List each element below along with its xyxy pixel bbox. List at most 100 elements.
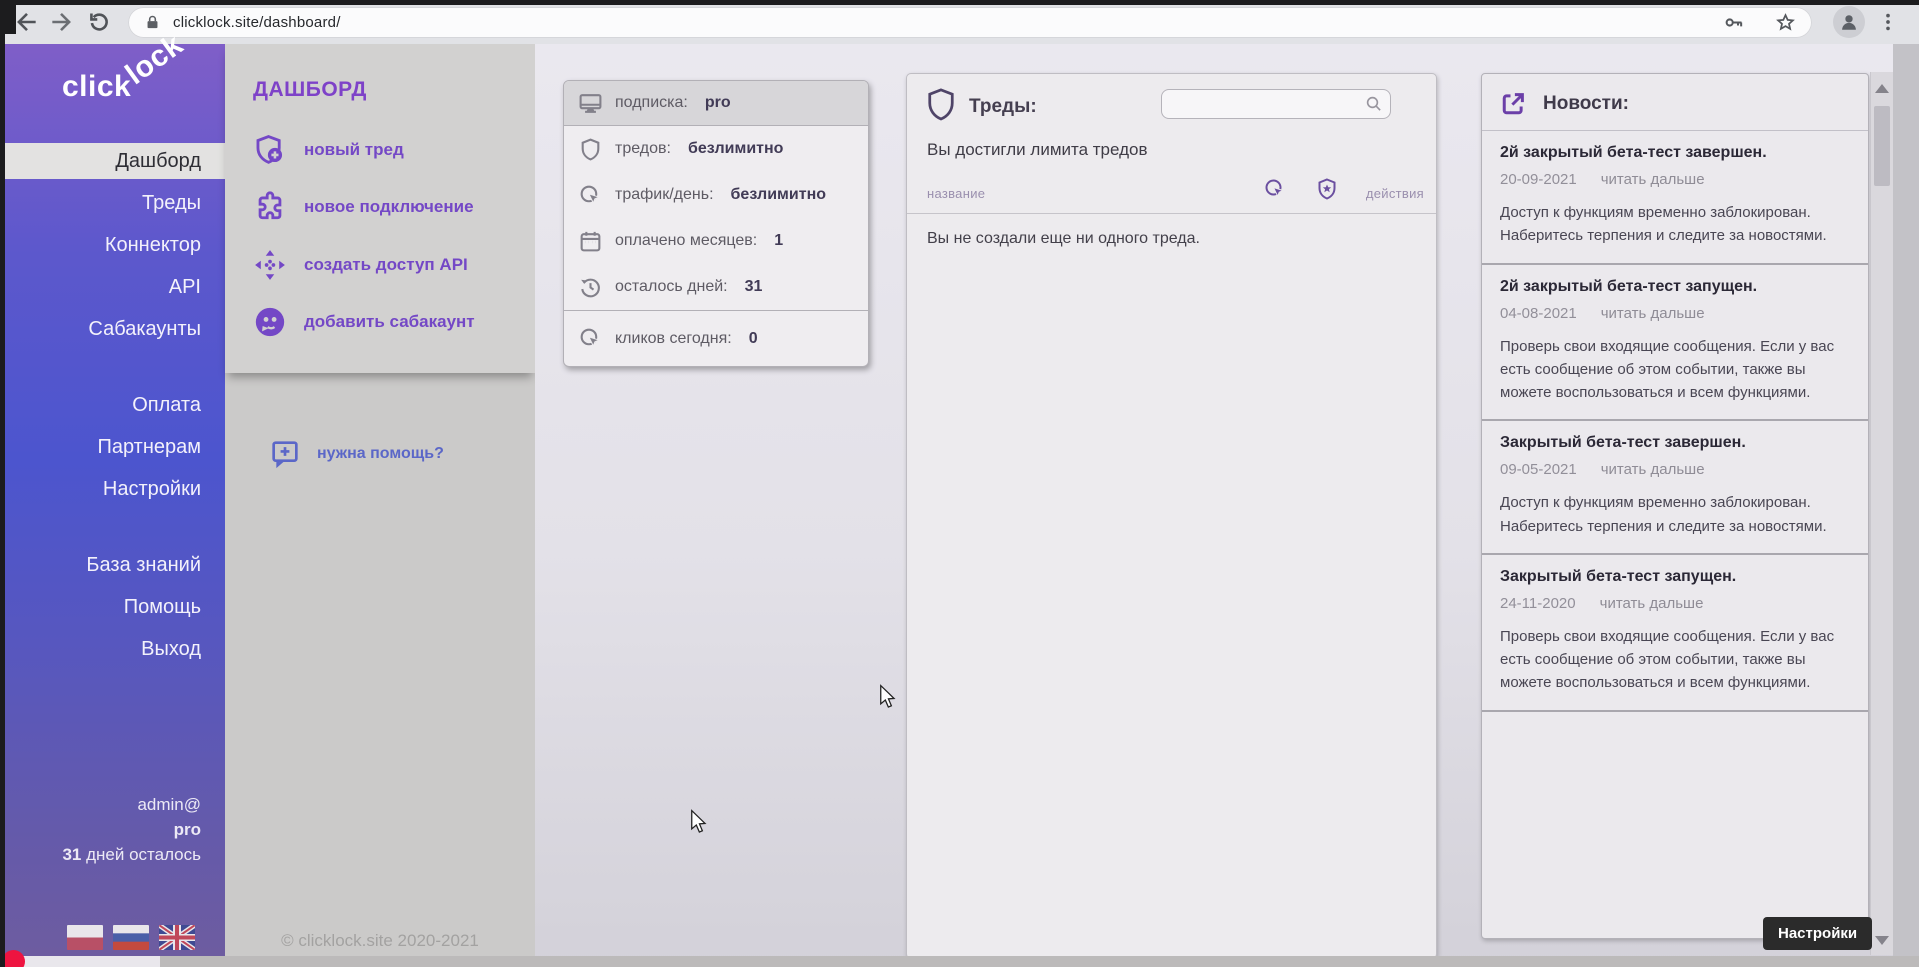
puzzle-icon bbox=[253, 190, 287, 224]
dashboard-actions-column: ДАШБОРД новый тред новое подключение bbox=[225, 44, 535, 967]
read-more-link[interactable]: читать дальше bbox=[1601, 171, 1705, 188]
monitor-icon bbox=[578, 91, 603, 116]
column-header-actions: действия bbox=[1366, 186, 1424, 201]
scrollbar-thumb[interactable] bbox=[1874, 106, 1890, 186]
browser-menu-icon[interactable] bbox=[1877, 11, 1899, 33]
news-item-date: 04-08-2021 bbox=[1500, 305, 1577, 322]
copyright: © clicklock.site 2020-2021 bbox=[225, 931, 535, 951]
news-item-meta: 24-11-2020 читать дальше bbox=[1500, 595, 1850, 612]
shield-star-icon[interactable] bbox=[1315, 177, 1339, 201]
stat-row-days-left: осталось дней: 31 bbox=[564, 264, 868, 310]
sidebar-item-help[interactable]: Помощь bbox=[0, 586, 225, 628]
stat-value: безлимитно bbox=[688, 140, 783, 158]
stats-header-row: подписка: pro bbox=[564, 81, 868, 126]
url-text[interactable]: clicklock.site/dashboard/ bbox=[173, 14, 341, 31]
stat-label: подписка: bbox=[615, 94, 688, 112]
read-more-link[interactable]: читать дальше bbox=[1601, 305, 1705, 322]
russia-flag[interactable] bbox=[113, 925, 149, 950]
news-item-meta: 04-08-2021 читать дальше bbox=[1500, 305, 1850, 322]
external-link-icon bbox=[1498, 89, 1528, 119]
news-item-body: Проверь свои входящие сообщения. Если у … bbox=[1500, 625, 1850, 695]
sidebar-item-api[interactable]: API bbox=[0, 266, 225, 308]
need-help-link[interactable]: нужна помощь? bbox=[269, 438, 444, 470]
stat-value: 31 bbox=[745, 278, 763, 296]
stat-value: 1 bbox=[774, 232, 783, 250]
sidebar-item-dashboard[interactable]: Дашборд bbox=[0, 143, 225, 179]
profile-avatar[interactable] bbox=[1833, 6, 1865, 38]
threads-empty-message: Вы не создали еще ни одного треда. bbox=[927, 230, 1200, 248]
viewport-right-edge bbox=[1893, 44, 1919, 967]
column-header-name: название bbox=[927, 186, 985, 201]
news-panel: Новости: 2й закрытый бета-тест завершен.… bbox=[1481, 73, 1869, 939]
news-item: Закрытый бета-тест запущен. 24-11-2020 ч… bbox=[1482, 553, 1868, 710]
action-label: новое подключение bbox=[304, 197, 474, 217]
person-icon bbox=[1838, 11, 1860, 33]
click-icon bbox=[578, 183, 603, 208]
back-arrow-icon[interactable] bbox=[14, 9, 40, 35]
sidebar-item-subaccounts[interactable]: Сабакаунты bbox=[0, 308, 225, 350]
threads-search-input[interactable] bbox=[1161, 89, 1391, 119]
menu-gap bbox=[0, 350, 225, 384]
scroll-down-arrow-icon[interactable] bbox=[1875, 936, 1889, 945]
video-progress-bar[interactable] bbox=[0, 956, 1919, 967]
news-item-title: 2й закрытый бета-тест запущен. bbox=[1500, 278, 1850, 296]
calendar-icon bbox=[578, 229, 603, 254]
sidebar-item-settings[interactable]: Настройки bbox=[0, 468, 225, 510]
logo: clicklock bbox=[62, 70, 193, 104]
sidebar-item-threads[interactable]: Треды bbox=[0, 182, 225, 224]
news-item-date: 09-05-2021 bbox=[1500, 461, 1577, 478]
threads-panel: Треды: Вы достигли лимита тредов названи… bbox=[906, 73, 1437, 959]
mouse-cursor bbox=[878, 684, 900, 711]
dashboard-title: ДАШБОРД bbox=[253, 78, 367, 102]
refresh-icon[interactable] bbox=[86, 9, 112, 35]
shield-plus-icon bbox=[253, 133, 287, 167]
sidebar-item-partners[interactable]: Партнерам bbox=[0, 426, 225, 468]
create-api-access-button[interactable]: создать доступ API bbox=[253, 248, 468, 282]
action-label: создать доступ API bbox=[304, 255, 468, 275]
sidebar-item-connector[interactable]: Коннектор bbox=[0, 224, 225, 266]
key-icon[interactable] bbox=[1724, 12, 1745, 33]
star-icon[interactable] bbox=[1775, 12, 1796, 33]
table-divider bbox=[907, 213, 1436, 214]
account-info: admin@ pro 31 дней осталось bbox=[62, 792, 201, 867]
forward-arrow-icon[interactable] bbox=[48, 9, 74, 35]
poland-flag[interactable] bbox=[67, 925, 103, 950]
stat-row-threads: тредов: безлимитно bbox=[564, 126, 868, 172]
uk-flag[interactable] bbox=[159, 925, 195, 950]
sidebar-item-knowledge-base[interactable]: База знаний bbox=[0, 544, 225, 586]
main-area: подписка: pro тредов: безлимитно трафик/… bbox=[535, 44, 1919, 967]
shield-icon bbox=[578, 137, 603, 162]
click-icon[interactable] bbox=[1263, 177, 1287, 201]
sidebar-item-logout[interactable]: Выход bbox=[0, 628, 225, 670]
read-more-link[interactable]: читать дальше bbox=[1601, 461, 1705, 478]
sidebar-item-payment[interactable]: Оплата bbox=[0, 384, 225, 426]
address-bar[interactable]: clicklock.site/dashboard/ bbox=[128, 7, 1812, 38]
news-item-meta: 20-09-2021 читать дальше bbox=[1500, 171, 1850, 188]
news-empty-section bbox=[1482, 710, 1868, 939]
new-thread-button[interactable]: новый тред bbox=[253, 133, 404, 167]
threads-title: Треды: bbox=[969, 96, 1037, 118]
page-content: clicklock Дашборд Треды Коннектор API Са… bbox=[0, 44, 1919, 967]
stat-label: тредов: bbox=[615, 140, 671, 158]
logo-click: click bbox=[62, 70, 131, 103]
sidebar: clicklock Дашборд Треды Коннектор API Са… bbox=[0, 44, 225, 967]
threads-limit-notice: Вы достигли лимита тредов bbox=[927, 140, 1148, 160]
sidebar-menu: Дашборд Треды Коннектор API Сабакаунты О… bbox=[0, 140, 225, 670]
video-scrubber-dot[interactable] bbox=[2, 950, 25, 967]
vertical-scrollbar[interactable] bbox=[1870, 72, 1893, 955]
chat-plus-icon bbox=[269, 438, 301, 470]
new-connection-button[interactable]: новое подключение bbox=[253, 190, 474, 224]
stat-label: трафик/день: bbox=[615, 186, 714, 204]
news-item-title: Закрытый бета-тест завершен. bbox=[1500, 434, 1850, 452]
news-item-body: Доступ к функциям временно заблокирован.… bbox=[1500, 201, 1850, 248]
action-label: добавить сабакаунт bbox=[304, 312, 475, 332]
stat-value: 0 bbox=[749, 330, 758, 348]
need-help-label: нужна помощь? bbox=[317, 445, 444, 463]
scroll-up-arrow-icon[interactable] bbox=[1875, 84, 1889, 93]
lock-icon bbox=[144, 14, 161, 31]
news-item-meta: 09-05-2021 читать дальше bbox=[1500, 461, 1850, 478]
stat-value: безлимитно bbox=[731, 186, 826, 204]
read-more-link[interactable]: читать дальше bbox=[1600, 595, 1704, 612]
add-subaccount-button[interactable]: добавить сабакаунт bbox=[253, 305, 475, 339]
account-plan: pro bbox=[62, 817, 201, 842]
